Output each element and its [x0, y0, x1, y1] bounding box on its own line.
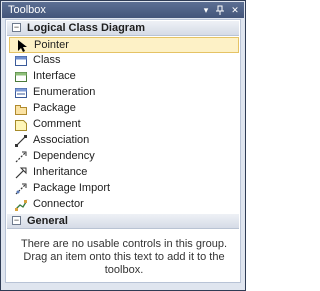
pin-icon[interactable]: [214, 4, 226, 16]
toolbox-item-dependency[interactable]: Dependency: [9, 149, 239, 165]
toolbox-item-enumeration[interactable]: Enumeration: [9, 85, 239, 101]
group-header-general[interactable]: − General: [7, 214, 239, 229]
toolbox-item-label: Enumeration: [33, 86, 96, 98]
association-icon: [14, 134, 28, 148]
toolbox-content: − Logical Class Diagram Pointer Class In…: [5, 19, 241, 283]
toolbox-item-label: Package: [33, 102, 76, 114]
toolbox-item-label: Package Import: [33, 182, 111, 194]
toolbox-item-interface[interactable]: Interface: [9, 69, 239, 85]
collapse-icon[interactable]: −: [12, 216, 21, 225]
toolbox-item-comment[interactable]: Comment: [9, 117, 239, 133]
group-title: General: [27, 215, 68, 227]
toolbox-item-label: Dependency: [33, 150, 95, 162]
toolbox-window: Toolbox ▾ ✕ − Logical Class Diagram Poin…: [0, 0, 246, 291]
collapse-icon[interactable]: −: [12, 23, 21, 32]
toolbox-item-label: Association: [33, 134, 90, 146]
empty-group-message[interactable]: There are no usable controls in this gro…: [20, 238, 228, 277]
toolbox-item-label: Pointer: [34, 39, 69, 51]
toolbox-item-label: Inheritance: [33, 166, 88, 178]
comment-icon: [14, 118, 28, 132]
pointer-icon: [15, 39, 29, 53]
close-icon[interactable]: ✕: [229, 4, 241, 16]
connector-icon: [14, 198, 28, 212]
toolbox-titlebar[interactable]: Toolbox ▾ ✕: [2, 2, 244, 18]
toolbox-item-connector[interactable]: Connector: [9, 197, 239, 213]
package-import-icon: [14, 182, 28, 196]
toolbox-item-pointer[interactable]: Pointer: [9, 37, 239, 53]
package-icon: [14, 102, 28, 116]
toolbox-item-label: Class: [33, 54, 61, 66]
toolbox-item-package[interactable]: Package: [9, 101, 239, 117]
dependency-icon: [14, 150, 28, 164]
toolbox-item-label: Comment: [33, 118, 81, 130]
enumeration-icon: [14, 86, 28, 100]
toolbox-item-label: Connector: [33, 198, 84, 210]
toolbox-item-association[interactable]: Association: [9, 133, 239, 149]
interface-icon: [14, 70, 28, 84]
inheritance-icon: [14, 166, 28, 180]
toolbox-item-inheritance[interactable]: Inheritance: [9, 165, 239, 181]
toolbox-item-label: Interface: [33, 70, 76, 82]
toolbox-item-package-import[interactable]: Package Import: [9, 181, 239, 197]
class-icon: [14, 54, 28, 68]
group-title: Logical Class Diagram: [27, 22, 145, 34]
window-title: Toolbox: [8, 4, 46, 16]
toolbox-item-class[interactable]: Class: [9, 53, 239, 69]
group-header-logical-class-diagram[interactable]: − Logical Class Diagram: [7, 21, 239, 36]
dropdown-icon[interactable]: ▾: [200, 4, 212, 16]
